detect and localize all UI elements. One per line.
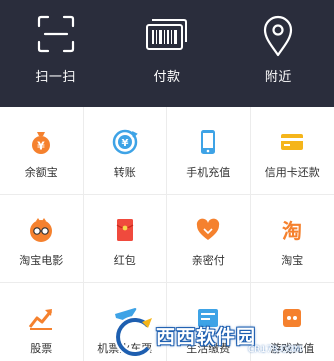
grid-item-label: 手机充值 <box>186 166 231 179</box>
grid-item-stocks[interactable]: 股票 <box>0 283 84 361</box>
pay-label: 付款 <box>153 70 181 85</box>
bill-icon <box>195 305 221 331</box>
svg-text:¥: ¥ <box>121 138 128 149</box>
mobile-phone-icon <box>195 129 221 155</box>
grid-item-game-topup[interactable]: 游戏充值 <box>251 283 334 361</box>
grid-item-taobao-movie[interactable]: 淘宝电影 <box>0 195 84 283</box>
grid-item-credit-card[interactable]: 信用卡还款 <box>250 107 334 195</box>
grid-item-label: 红包 <box>113 254 136 267</box>
service-grid: ¥ 余额宝 ¥ 转账 手机充值 信用卡还款 淘宝电影 红包 亲密付 淘 淘宝 股… <box>0 107 334 361</box>
nearby-label: 附近 <box>264 70 292 85</box>
movie-mascot-icon <box>28 217 54 243</box>
game-icon <box>279 305 305 331</box>
grid-item-label: 余额宝 <box>24 166 58 179</box>
svg-text:¥: ¥ <box>37 140 45 153</box>
taobao-icon: 淘 <box>279 217 305 243</box>
svg-text:淘: 淘 <box>282 219 302 243</box>
grid-item-label: 股票 <box>30 342 53 355</box>
stock-chart-icon <box>28 305 54 331</box>
grid-item-intimate-pay[interactable]: 亲密付 <box>167 195 251 283</box>
grid-item-label: 信用卡还款 <box>264 166 320 179</box>
credit-card-icon <box>279 129 305 155</box>
red-envelope-icon <box>112 217 138 243</box>
grid-item-red-envelope[interactable]: 红包 <box>83 195 167 283</box>
barcode-pay-icon <box>145 19 187 50</box>
heart-icon <box>195 217 221 243</box>
scan-button[interactable]: 扫一扫 <box>0 0 111 107</box>
airplane-icon <box>112 305 138 331</box>
location-pin-icon <box>264 15 293 57</box>
grid-item-mobile-topup[interactable]: 手机充值 <box>167 107 251 195</box>
nearby-button[interactable]: 附近 <box>223 0 334 107</box>
grid-item-label: 机票火车票 <box>97 342 153 355</box>
grid-item-taobao[interactable]: 淘 淘宝 <box>250 195 334 283</box>
grid-item-label: 亲密付 <box>191 254 225 267</box>
grid-item-flight-train[interactable]: 机票火车票 <box>84 283 167 361</box>
grid-item-yuebao[interactable]: ¥ 余额宝 <box>0 107 84 195</box>
grid-item-label: 淘宝 <box>281 254 304 267</box>
pay-button[interactable]: 付款 <box>111 0 222 107</box>
transfer-icon: ¥ <box>112 129 138 155</box>
grid-item-transfer[interactable]: ¥ 转账 <box>83 107 167 195</box>
grid-item-label: 生活缴费 <box>186 342 231 355</box>
money-bag-icon: ¥ <box>28 129 54 155</box>
grid-item-label: 转账 <box>113 166 136 179</box>
grid-item-label: 游戏充值 <box>270 342 315 355</box>
grid-item-utilities[interactable]: 生活缴费 <box>167 283 251 361</box>
scan-label: 扫一扫 <box>35 70 76 85</box>
top-action-bar: 扫一扫 付款 附近 <box>0 0 334 107</box>
grid-item-label: 淘宝电影 <box>19 254 64 267</box>
scan-icon <box>37 15 74 53</box>
